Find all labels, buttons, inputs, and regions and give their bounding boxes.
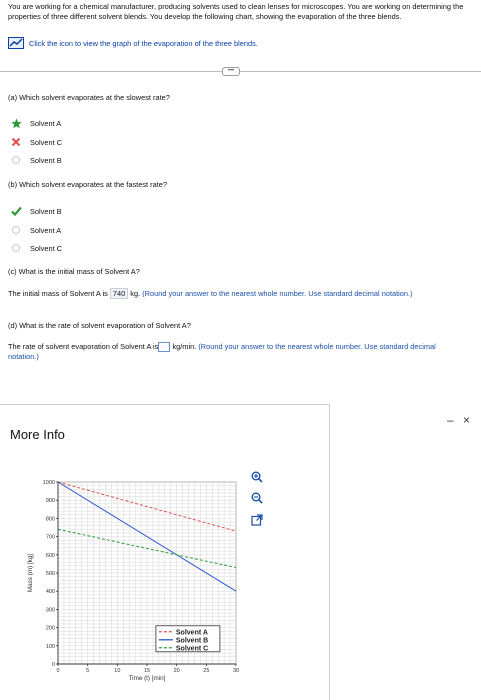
x-tick-label: 10 — [114, 668, 120, 674]
evaporation-chart: 0 100 200 300 400 500 600 700 800 900 1000 0 5 10 15 20… — [27, 480, 239, 682]
x-tick-label: 20 — [174, 668, 180, 674]
open-external-icon[interactable] — [251, 514, 263, 526]
y-tick-label: 200 — [46, 626, 55, 632]
y-tick-label: 300 — [46, 607, 55, 613]
y-tick-label: 1000 — [43, 480, 55, 486]
panel-title: More Info — [10, 427, 65, 442]
question-c: (c) What is the initial mass of Solvent … — [8, 267, 140, 276]
answer-c-value[interactable]: 740 — [109, 288, 129, 299]
y-tick-label: 100 — [46, 644, 55, 650]
expand-more-icon[interactable]: ••• — [222, 67, 240, 76]
y-tick-label: 800 — [46, 516, 55, 522]
option-a-solvent-a[interactable]: Solvent A — [10, 117, 61, 129]
option-b-solvent-a[interactable]: Solvent A — [10, 224, 61, 236]
correct-check-icon — [10, 205, 22, 217]
x-axis-label: Time (t) [min] — [129, 675, 166, 682]
option-a-solvent-c[interactable]: Solvent C — [10, 136, 62, 148]
graph-link-text[interactable]: Click the icon to view the graph of the … — [29, 39, 258, 48]
option-b-solvent-c[interactable]: Solvent C — [10, 242, 62, 254]
close-button[interactable]: × — [463, 413, 470, 427]
graph-link[interactable]: Click the icon to view the graph of the … — [8, 37, 258, 49]
radio-button[interactable] — [12, 244, 20, 252]
zoom-out-icon[interactable] — [251, 492, 263, 504]
option-a-solvent-b[interactable]: Solvent B — [10, 154, 62, 166]
answer-c: The initial mass of Solvent A is 740 kg.… — [8, 288, 413, 299]
answer-d-input[interactable] — [158, 342, 171, 353]
x-tick-label: 30 — [233, 668, 239, 674]
y-tick-label: 900 — [46, 498, 55, 504]
question-b: (b) Which solvent evaporates at the fast… — [8, 180, 167, 189]
chart-icon[interactable] — [8, 37, 24, 49]
legend-label: Solvent B — [176, 637, 208, 644]
legend-label: Solvent A — [176, 629, 208, 636]
option-b-solvent-b[interactable]: Solvent B — [10, 205, 62, 217]
x-tick-label: 15 — [144, 668, 150, 674]
y-tick-label: 500 — [46, 571, 55, 577]
zoom-in-icon[interactable] — [251, 471, 263, 483]
x-tick-label: 0 — [56, 668, 59, 674]
minimize-button[interactable]: – — [447, 413, 454, 427]
y-axis-label: Mass (m) [kg] — [27, 554, 34, 592]
problem-intro: You are working for a chemical manufactu… — [8, 2, 464, 21]
y-tick-label: 0 — [52, 662, 55, 668]
answer-d: The rate of solvent evaporation of Solve… — [8, 342, 436, 362]
wrong-x-icon — [10, 136, 22, 148]
x-tick-label: 5 — [86, 668, 89, 674]
chart-legend: Solvent ASolvent BSolvent C — [155, 625, 221, 652]
y-tick-label: 400 — [46, 589, 55, 595]
section-divider — [0, 71, 481, 72]
correct-star-icon — [10, 117, 22, 129]
y-tick-label: 700 — [46, 535, 55, 541]
question-a: (a) Which solvent evaporates at the slow… — [8, 93, 170, 102]
x-tick-label: 25 — [203, 668, 209, 674]
question-d: (d) What is the rate of solvent evaporat… — [8, 321, 191, 330]
radio-button[interactable] — [12, 226, 20, 234]
legend-label: Solvent C — [176, 645, 208, 652]
radio-button[interactable] — [12, 156, 20, 164]
y-tick-label: 600 — [46, 553, 55, 559]
